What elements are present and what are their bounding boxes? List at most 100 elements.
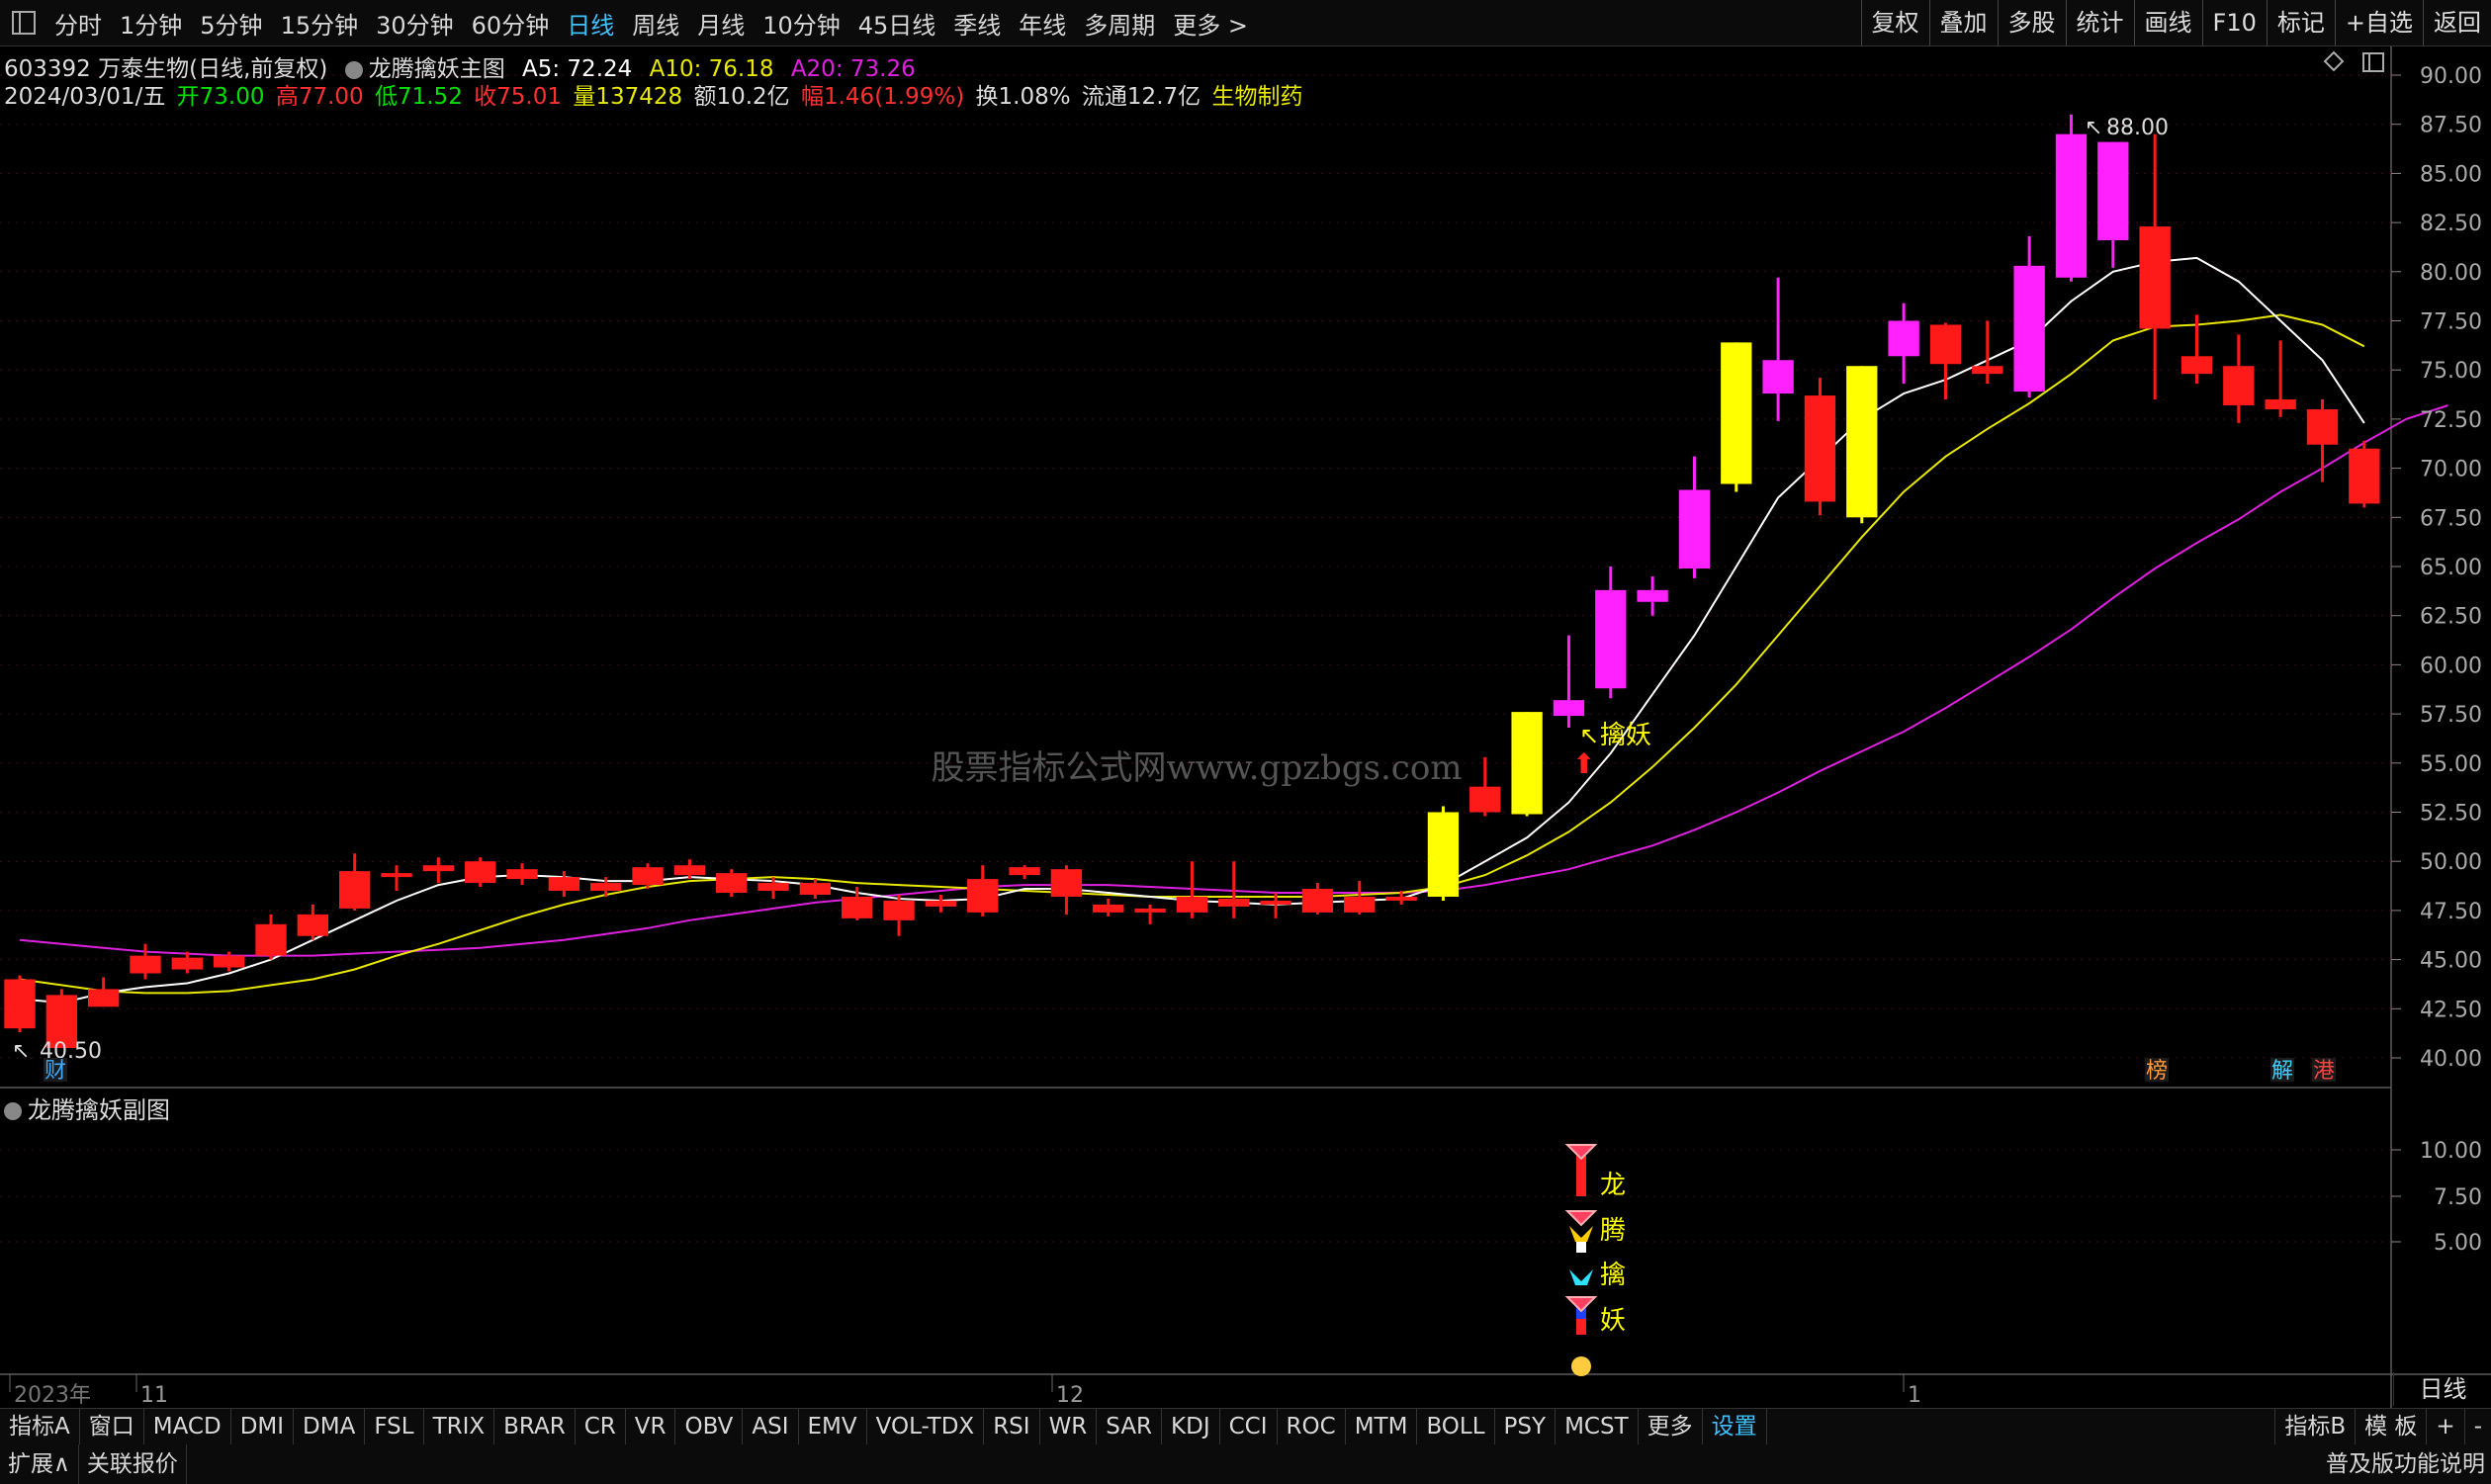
marker-1[interactable]: 榜 <box>2146 1059 2168 1084</box>
candle <box>2306 399 2339 482</box>
candle <box>297 904 329 940</box>
indicator-tab-14[interactable]: RSI <box>984 1409 1040 1444</box>
period-0[interactable]: 分时 <box>45 6 111 41</box>
y-tick: 62.50 <box>2420 605 2482 630</box>
signal-up-arrow: ⬆ <box>1572 747 1595 780</box>
date: 2024/03/01/五 <box>4 84 166 110</box>
bottom-right-button-0[interactable]: 指标B <box>2274 1409 2355 1444</box>
sub-chart-label[interactable]: 龙腾擒妖副图 <box>4 1091 170 1125</box>
y-tick: 50.00 <box>2420 850 2482 875</box>
right-button-3[interactable]: 统计 <box>2065 0 2134 45</box>
sub-char-3: 妖 <box>1600 1306 1626 1336</box>
bottom-right-button-3[interactable]: - <box>2463 1409 2491 1444</box>
period-indicator[interactable]: 日线 <box>2393 1372 2491 1406</box>
expand-button[interactable]: 扩展∧ <box>0 1444 79 1484</box>
open-price: 开73.00 <box>176 84 265 110</box>
period-2[interactable]: 5分钟 <box>191 6 271 41</box>
period-6[interactable]: 日线 <box>558 6 623 41</box>
y-tick: 82.50 <box>2420 212 2482 236</box>
indicator-tab-16[interactable]: SAR <box>1097 1409 1163 1444</box>
sub-indicator-icon[interactable] <box>4 1102 22 1120</box>
indicator-tab-3[interactable]: DMI <box>231 1409 295 1444</box>
layout-icon[interactable] <box>12 11 36 35</box>
right-button-8[interactable]: 返回 <box>2423 0 2491 45</box>
indicator-tab-12[interactable]: EMV <box>799 1409 867 1444</box>
candle <box>339 853 371 911</box>
indicator-tab-0[interactable]: 指标A <box>0 1409 80 1444</box>
marker-2[interactable]: 解 <box>2271 1059 2293 1084</box>
indicator-tab-2[interactable]: MACD <box>144 1409 231 1444</box>
indicator-tab-11[interactable]: ASI <box>743 1409 799 1444</box>
candle <box>1301 883 1334 915</box>
period-11[interactable]: 季线 <box>944 6 1010 41</box>
candle <box>1678 456 1711 578</box>
period-1[interactable]: 1分钟 <box>111 6 191 41</box>
right-button-0[interactable]: 复权 <box>1860 0 1929 45</box>
indicator-tab-17[interactable]: KDJ <box>1162 1409 1220 1444</box>
high-price: 高77.00 <box>275 84 364 110</box>
marker-0[interactable]: 财 <box>44 1059 66 1084</box>
indicator-tab-5[interactable]: FSL <box>365 1409 424 1444</box>
indicator-tab-18[interactable]: CCI <box>1220 1409 1278 1444</box>
candle <box>465 857 496 888</box>
period-12[interactable]: 年线 <box>1010 6 1075 41</box>
x-label-1: 11 <box>140 1383 168 1408</box>
indicator-tab-21[interactable]: BOLL <box>1417 1409 1495 1444</box>
candle <box>2265 340 2296 417</box>
period-5[interactable]: 60分钟 <box>463 6 559 41</box>
edition-info-link[interactable]: 普及版功能说明 <box>2326 1444 2485 1484</box>
indicator-toggle-icon[interactable] <box>344 60 363 79</box>
y-tick: 77.50 <box>2420 310 2482 335</box>
period-14[interactable]: 更多 > <box>1164 6 1257 41</box>
y-tick: 45.00 <box>2420 949 2482 974</box>
indicator-tab-22[interactable]: PSY <box>1495 1409 1557 1444</box>
candle <box>1093 898 1124 917</box>
period-3[interactable]: 15分钟 <box>272 6 368 41</box>
candle <box>799 879 832 899</box>
period-7[interactable]: 周线 <box>623 6 688 41</box>
period-4[interactable]: 30分钟 <box>367 6 463 41</box>
bottom-right-button-2[interactable]: + <box>2426 1409 2463 1444</box>
indicator-tab-13[interactable]: VOL-TDX <box>867 1409 985 1444</box>
indicator-tab-9[interactable]: VR <box>626 1409 676 1444</box>
kline-chart[interactable]: 股票指标公式网www.gpzbgs.com ↖ 88.00 ↖ 40.50 ↖ … <box>0 0 2491 1484</box>
period-8[interactable]: 月线 <box>688 6 754 41</box>
indicator-tab-4[interactable]: DMA <box>294 1409 366 1444</box>
indicator-tab-15[interactable]: WR <box>1040 1409 1098 1444</box>
period-9[interactable]: 10分钟 <box>754 6 849 41</box>
indicator-tab-24[interactable]: 更多 <box>1639 1409 1703 1444</box>
y-tick: 80.00 <box>2420 261 2482 286</box>
indicator-tab-8[interactable]: CR <box>576 1409 626 1444</box>
right-button-5[interactable]: F10 <box>2201 0 2267 45</box>
indicator-tab-6[interactable]: TRIX <box>424 1409 495 1444</box>
candle <box>925 894 957 913</box>
indicator-tab-23[interactable]: MCST <box>1556 1409 1639 1444</box>
marker-3[interactable]: 港 <box>2313 1059 2335 1084</box>
indicator-tab-19[interactable]: ROC <box>1278 1409 1346 1444</box>
y-tick: 87.50 <box>2420 114 2482 138</box>
candle <box>130 943 161 980</box>
indicator-tab-25[interactable]: 设置 <box>1703 1409 1767 1444</box>
right-button-1[interactable]: 叠加 <box>1928 0 1998 45</box>
period-13[interactable]: 多周期 <box>1075 6 1164 41</box>
period-10[interactable]: 45日线 <box>849 6 945 41</box>
indicator-tab-10[interactable]: OBV <box>675 1409 744 1444</box>
sector[interactable]: 生物制药 <box>1211 84 1302 110</box>
candle <box>1009 865 1040 880</box>
panel-toggle-icon[interactable] <box>2362 52 2384 72</box>
right-button-7[interactable]: +自选 <box>2334 0 2423 45</box>
indicator-tab-20[interactable]: MTM <box>1346 1409 1418 1444</box>
signal-label: 擒妖 <box>1600 721 1651 750</box>
low-price-arrow: ↖ <box>12 1039 30 1064</box>
candle <box>1050 865 1083 915</box>
indicator-tab-1[interactable]: 窗口 <box>80 1409 144 1444</box>
right-button-6[interactable]: 标记 <box>2266 0 2335 45</box>
linked-quote-button[interactable]: 关联报价 <box>79 1444 187 1484</box>
indicator-tab-7[interactable]: BRAR <box>494 1409 576 1444</box>
right-button-2[interactable]: 多股 <box>1997 0 2066 45</box>
candle <box>255 914 287 960</box>
candle <box>1595 567 1627 699</box>
right-button-4[interactable]: 画线 <box>2133 0 2202 45</box>
bottom-right-button-1[interactable]: 模 板 <box>2355 1409 2426 1444</box>
y-tick: 57.50 <box>2420 703 2482 728</box>
